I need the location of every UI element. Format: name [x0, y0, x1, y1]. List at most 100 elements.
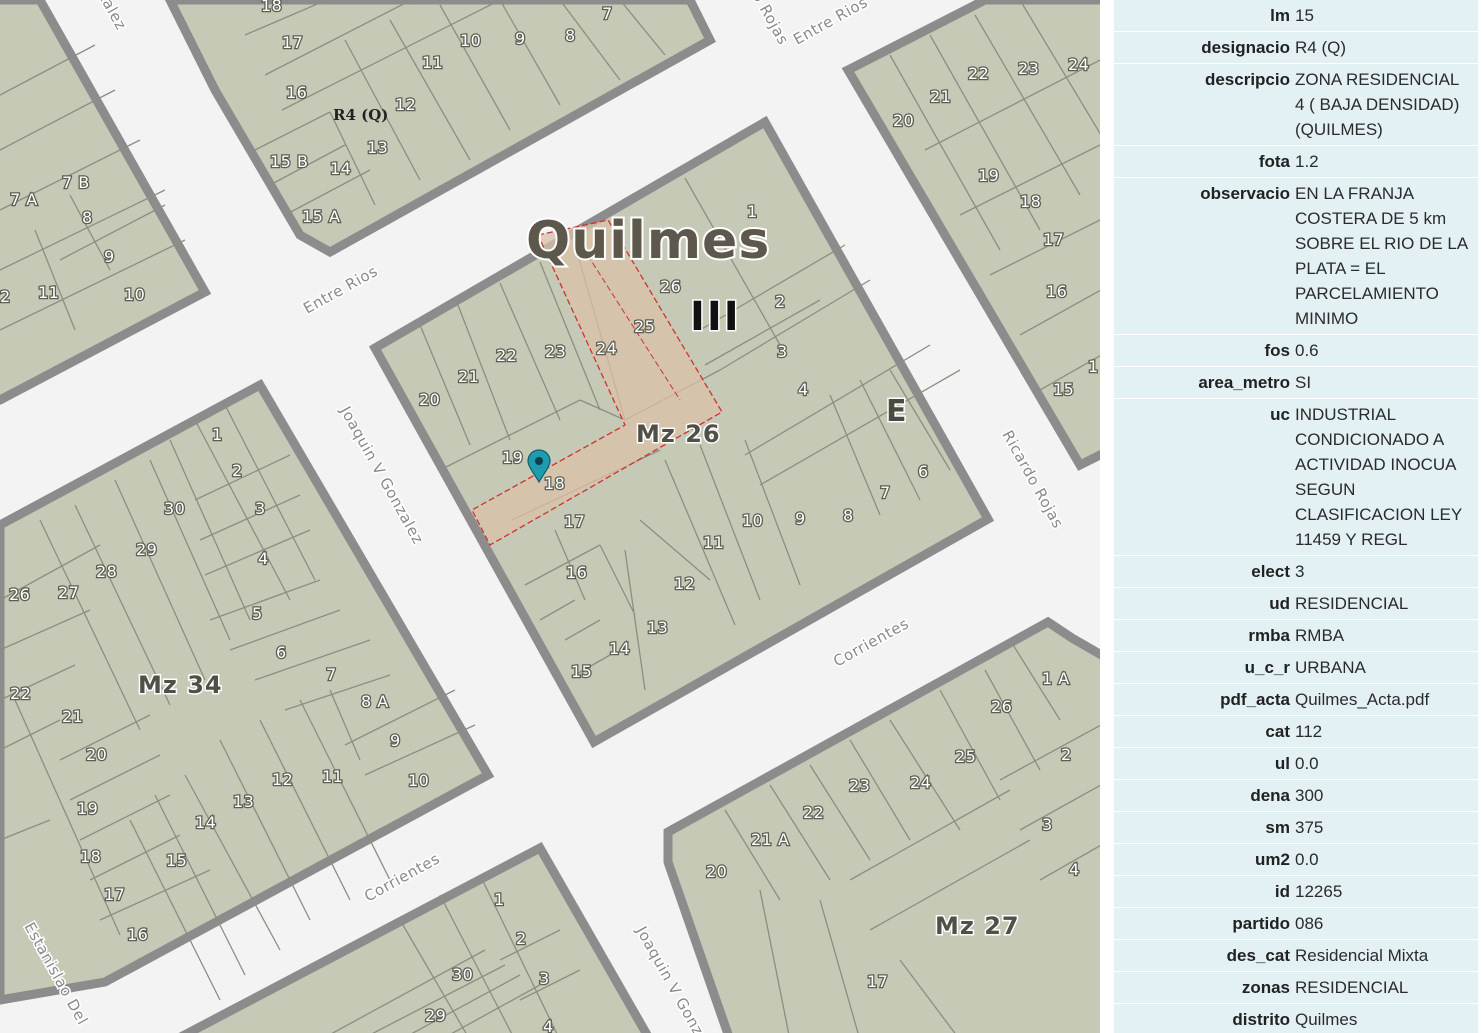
svg-text:11: 11	[322, 767, 343, 786]
attribute-value: 0.0	[1295, 747, 1478, 780]
svg-text:7: 7	[602, 4, 613, 23]
svg-text:16: 16	[127, 925, 148, 944]
svg-text:15 B: 15 B	[270, 152, 308, 171]
svg-text:17: 17	[104, 885, 125, 904]
attribute-row: descripcio ZONA RESIDENCIAL 4 ( BAJA DENS…	[1114, 63, 1478, 146]
svg-text:26: 26	[991, 697, 1012, 716]
svg-text:17: 17	[867, 972, 888, 991]
attribute-value: EN LA FRANJA COSTERA DE 5 km SOBRE EL RI…	[1295, 177, 1478, 335]
svg-text:18: 18	[80, 847, 101, 866]
svg-text:2: 2	[1061, 745, 1072, 764]
svg-text:10: 10	[124, 285, 145, 304]
svg-text:8 A: 8 A	[361, 692, 389, 711]
svg-text:15: 15	[1053, 380, 1074, 399]
attribute-key: dena	[1114, 779, 1295, 812]
attribute-key: ud	[1114, 587, 1295, 620]
svg-text:9: 9	[390, 731, 401, 750]
block-label-mz26: Mz 26	[636, 420, 721, 448]
attribute-value: ZONA RESIDENCIAL 4 ( BAJA DENSIDAD) (QUI…	[1295, 63, 1478, 146]
attribute-key: elect	[1114, 555, 1295, 588]
attribute-value: Quilmes_Acta.pdf	[1295, 683, 1478, 716]
attribute-key: pdf_acta	[1114, 683, 1295, 716]
attribute-value: R4 (Q)	[1295, 31, 1478, 64]
svg-text:19: 19	[978, 166, 999, 185]
svg-text:24: 24	[596, 339, 617, 358]
svg-text:24: 24	[1068, 55, 1089, 74]
svg-text:21: 21	[930, 87, 951, 106]
attribute-key: zonas	[1114, 971, 1295, 1004]
zone-letter-label: E	[886, 394, 907, 429]
svg-text:19: 19	[77, 799, 98, 818]
attribute-row: zonas RESIDENCIAL	[1114, 971, 1478, 1004]
attribute-key: area_metro	[1114, 366, 1295, 399]
attribute-value: 12265	[1295, 875, 1478, 908]
attribute-row: area_metro SI	[1114, 366, 1478, 399]
attribute-row: designacio R4 (Q)	[1114, 31, 1478, 64]
attribute-value: RESIDENCIAL	[1295, 971, 1478, 1004]
svg-text:13: 13	[367, 138, 388, 157]
svg-text:30: 30	[164, 499, 185, 518]
svg-text:20: 20	[86, 745, 107, 764]
attribute-value: Residencial Mixta	[1295, 939, 1478, 972]
svg-text:1 A: 1 A	[1042, 669, 1070, 688]
svg-text:17: 17	[1043, 230, 1064, 249]
svg-text:21: 21	[62, 707, 83, 726]
svg-text:2: 2	[0, 287, 11, 306]
zone-code-label: R4 (Q)	[333, 106, 388, 124]
attribute-row: elect 3	[1114, 555, 1478, 588]
attribute-row: ul 0.0	[1114, 747, 1478, 780]
svg-text:6: 6	[918, 462, 929, 481]
svg-text:8: 8	[843, 506, 854, 525]
svg-text:27: 27	[58, 583, 79, 602]
attribute-key: lm	[1114, 0, 1295, 32]
svg-text:7: 7	[880, 483, 891, 502]
map-canvas[interactable]: .blk { fill: #c6c9b5; stroke: #8c8c8c; s…	[0, 0, 1100, 1033]
svg-text:16: 16	[566, 563, 587, 582]
svg-text:12: 12	[674, 574, 695, 593]
svg-text:17: 17	[564, 512, 585, 531]
attribute-key: cat	[1114, 715, 1295, 748]
svg-text:12: 12	[395, 95, 416, 114]
svg-text:21: 21	[458, 367, 479, 386]
attribute-value: 086	[1295, 907, 1478, 940]
attribute-value: Quilmes	[1295, 1003, 1478, 1033]
attribute-row: observacio EN LA FRANJA COSTERA DE 5 km S…	[1114, 177, 1478, 335]
attribute-row: uc INDUSTRIAL CONDICIONADO A ACTIVIDAD IN…	[1114, 398, 1478, 556]
attribute-row: des_cat Residencial Mixta	[1114, 939, 1478, 972]
svg-text:2: 2	[775, 292, 786, 311]
attribute-value: 112	[1295, 715, 1478, 748]
section-label: III	[690, 294, 741, 340]
svg-text:30: 30	[452, 965, 473, 984]
attribute-value: 1.2	[1295, 145, 1478, 178]
cadastral-map[interactable]: .blk { fill: #c6c9b5; stroke: #8c8c8c; s…	[0, 0, 1100, 1033]
svg-text:22: 22	[496, 346, 517, 365]
svg-text:3: 3	[539, 969, 550, 988]
svg-text:18: 18	[261, 0, 282, 15]
attribute-key: distrito	[1114, 1003, 1295, 1033]
attribute-value: RMBA	[1295, 619, 1478, 652]
attribute-key: id	[1114, 875, 1295, 908]
svg-text:15: 15	[166, 851, 187, 870]
svg-text:4: 4	[798, 380, 809, 399]
svg-text:1: 1	[494, 890, 505, 909]
svg-text:29: 29	[136, 540, 157, 559]
svg-text:20: 20	[706, 862, 727, 881]
svg-text:21 A: 21 A	[751, 830, 789, 849]
attribute-row: lm 15	[1114, 0, 1478, 32]
svg-text:10: 10	[460, 31, 481, 50]
attribute-row: pdf_acta Quilmes_Acta.pdf	[1114, 683, 1478, 716]
svg-text:15 A: 15 A	[302, 207, 340, 226]
svg-text:2: 2	[516, 929, 527, 948]
svg-text:22: 22	[803, 803, 824, 822]
attribute-value: URBANA	[1295, 651, 1478, 684]
svg-text:19: 19	[502, 448, 523, 467]
svg-text:18: 18	[1020, 192, 1041, 211]
svg-text:11: 11	[38, 283, 59, 302]
attribute-key: um2	[1114, 843, 1295, 876]
svg-text:8: 8	[565, 26, 576, 45]
attribute-panel[interactable]: lm 15 designacio R4 (Q) descripcio ZONA RESID…	[1108, 0, 1480, 1033]
svg-text:7 A: 7 A	[10, 190, 38, 209]
svg-text:2: 2	[232, 461, 243, 480]
attribute-value: 0.0	[1295, 843, 1478, 876]
city-label: Quilmes	[526, 211, 770, 271]
